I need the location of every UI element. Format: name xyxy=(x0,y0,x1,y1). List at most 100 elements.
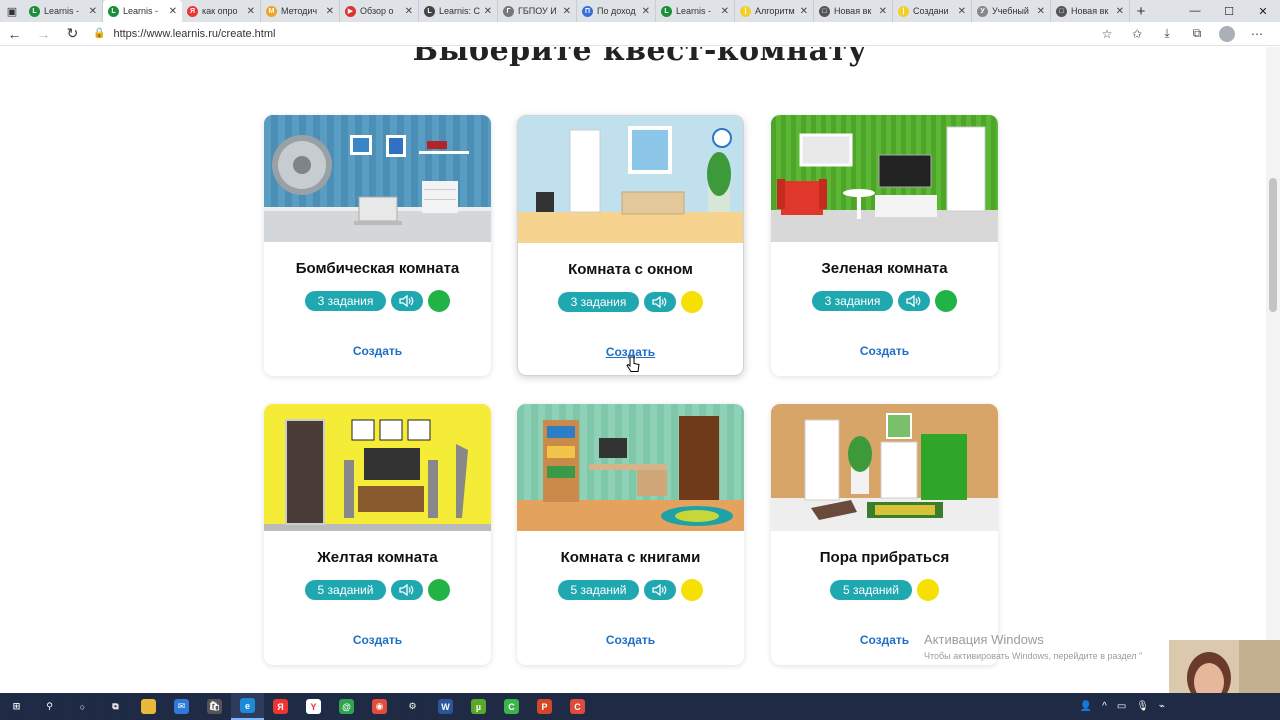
tray-people-icon[interactable]: 👤 xyxy=(1080,701,1092,712)
tab-close-icon[interactable]: ✕ xyxy=(563,6,571,17)
browser-tab[interactable]: М Методич ✕ xyxy=(261,0,340,22)
back-icon[interactable]: ← xyxy=(0,22,29,46)
taskbar-yandex-browser-icon[interactable]: Y xyxy=(297,693,330,720)
tab-close-icon[interactable]: ✕ xyxy=(879,6,887,17)
address-bar[interactable]: 🔒 https://www.learnis.ru/create.html xyxy=(87,22,1092,46)
browser-tab[interactable]: L Learnis - ✕ xyxy=(24,0,103,22)
taskbar-cortana-icon[interactable]: ○ xyxy=(66,693,99,720)
taskbar-search-icon[interactable]: ⚲ xyxy=(33,693,66,720)
maximize-icon[interactable]: ☐ xyxy=(1212,0,1246,22)
room-card[interactable]: Бомбическая комната 3 задания Создать xyxy=(264,115,491,376)
room-card[interactable]: Желтая комната 5 заданий Создать xyxy=(264,404,491,665)
room-badges: 5 заданий xyxy=(517,579,744,601)
tray-network-icon[interactable]: ⌁ xyxy=(1159,701,1165,712)
room-card[interactable]: Комната с окном 3 задания Создать xyxy=(517,115,744,376)
taskbar-edge-icon[interactable]: e xyxy=(231,693,264,720)
taskbar-utorrent-icon[interactable]: µ xyxy=(462,693,495,720)
browser-tab[interactable]: L Learnis - ✕ xyxy=(103,0,182,22)
browser-tab[interactable]: Г ГБПОУ И ✕ xyxy=(498,0,577,22)
room-preview-image[interactable] xyxy=(264,115,491,242)
tab-close-icon[interactable]: ✕ xyxy=(1037,6,1045,17)
create-link[interactable]: Создать xyxy=(264,633,491,647)
sound-icon xyxy=(391,580,424,600)
minimize-icon[interactable]: — xyxy=(1178,0,1212,22)
difficulty-dot xyxy=(681,579,704,601)
tab-favicon-icon: ▶ xyxy=(345,5,356,17)
sound-icon xyxy=(898,291,931,311)
browser-tab[interactable]: L Learnis - ✕ xyxy=(656,0,735,22)
tab-actions-icon[interactable]: ▣ xyxy=(0,0,24,22)
tab-close-icon[interactable]: ✕ xyxy=(405,6,413,17)
taskbar-explorer-icon[interactable] xyxy=(132,693,165,720)
browser-tab[interactable]: □ Новая вк ✕ xyxy=(1051,0,1130,22)
taskbar-store-icon[interactable]: 🛍 xyxy=(198,693,231,720)
room-title: Бомбическая комната xyxy=(295,260,460,277)
room-card[interactable]: Комната с книгами 5 заданий Создать xyxy=(517,404,744,665)
create-link[interactable]: Создать xyxy=(517,633,744,647)
tab-close-icon[interactable]: ✕ xyxy=(1116,6,1124,17)
browser-tab[interactable]: Якак опро ✕ xyxy=(182,0,261,22)
room-preview-image[interactable] xyxy=(264,404,491,531)
tab-close-icon[interactable]: ✕ xyxy=(247,6,255,17)
tab-close-icon[interactable]: ✕ xyxy=(89,6,97,17)
tab-close-icon[interactable]: ✕ xyxy=(169,6,177,17)
browser-tab[interactable]: П По доход ✕ xyxy=(577,0,656,22)
more-menu-icon[interactable]: ⋯ xyxy=(1242,27,1272,41)
taskbar-settings-icon[interactable]: ⚙ xyxy=(396,693,429,720)
create-link[interactable]: Создать xyxy=(264,344,491,358)
tab-close-icon[interactable]: ✕ xyxy=(721,6,729,17)
room-title: Зеленая комната xyxy=(821,260,948,277)
taskbar-word-icon[interactable]: W xyxy=(429,693,462,720)
tab-close-icon[interactable]: ✕ xyxy=(958,6,966,17)
scrollbar-thumb[interactable] xyxy=(1269,178,1277,312)
room-card[interactable]: Пора прибраться 5 заданий Создать xyxy=(771,404,998,665)
collections-icon[interactable]: ⧉ xyxy=(1182,26,1212,41)
taskbar-app-glyph xyxy=(141,699,156,714)
difficulty-dot xyxy=(428,290,451,312)
downloads-icon[interactable]: ⤓ xyxy=(1152,26,1182,41)
taskbar-taskview-icon[interactable]: ⧉ xyxy=(99,693,132,720)
room-preview-image[interactable] xyxy=(771,404,998,531)
browser-tab[interactable]: У Учебный ✕ xyxy=(972,0,1051,22)
tab-title: ГБПОУ И xyxy=(518,6,557,16)
browser-tab[interactable]: | Алгоритм ✕ xyxy=(735,0,814,22)
room-preview-image[interactable] xyxy=(517,404,744,531)
close-window-icon[interactable]: ✕ xyxy=(1246,0,1280,22)
tab-close-icon[interactable]: ✕ xyxy=(326,6,334,17)
new-tab-button[interactable]: + xyxy=(1130,0,1152,22)
tab-close-icon[interactable]: ✕ xyxy=(484,6,492,17)
tab-close-icon[interactable]: ✕ xyxy=(642,6,650,17)
room-card[interactable]: Зеленая комната 3 задания Создать xyxy=(771,115,998,376)
taskbar-whatsapp-like-icon[interactable]: @ xyxy=(330,693,363,720)
favorites-icon[interactable]: ✩ xyxy=(1122,27,1152,41)
create-link[interactable]: Создать xyxy=(771,344,998,358)
tab-favicon-icon: □ xyxy=(819,5,830,17)
browser-tab[interactable]: L Learnis: С ✕ xyxy=(419,0,498,22)
tray-mic-icon[interactable]: 🎙 xyxy=(1136,701,1149,712)
tray-chevron-icon[interactable]: ^ xyxy=(1102,701,1107,712)
taskbar-chrome-icon[interactable]: ◉ xyxy=(363,693,396,720)
taskbar-camtasia-icon[interactable]: C xyxy=(495,693,528,720)
tasks-count-badge: 3 задания xyxy=(304,291,387,311)
profile-avatar[interactable] xyxy=(1212,25,1242,42)
tab-close-icon[interactable]: ✕ xyxy=(800,6,808,17)
reload-icon[interactable]: ↻ xyxy=(58,22,87,46)
taskbar-start-icon[interactable]: ⊞ xyxy=(0,693,33,720)
room-preview-image[interactable] xyxy=(518,116,743,243)
taskbar-recorder-icon[interactable]: C xyxy=(561,693,594,720)
tasks-count-badge: 5 заданий xyxy=(557,580,640,600)
tasks-count-badge: 3 задания xyxy=(811,291,894,311)
browser-tab[interactable]: □ Новая вк ✕ xyxy=(814,0,893,22)
forward-icon[interactable]: → xyxy=(29,22,58,46)
browser-tab[interactable]: | Создани ✕ xyxy=(893,0,972,22)
room-badges: 3 задания xyxy=(518,291,743,313)
favorite-star-icon[interactable]: ☆ xyxy=(1092,27,1122,41)
scrollbar[interactable] xyxy=(1266,47,1280,693)
taskbar-powerpoint-icon[interactable]: P xyxy=(528,693,561,720)
taskbar-yandex-icon[interactable]: Я xyxy=(264,693,297,720)
tab-title: Алгоритм xyxy=(755,6,795,16)
room-preview-image[interactable] xyxy=(771,115,998,242)
browser-tab[interactable]: ▶ Обзор о ✕ xyxy=(340,0,419,22)
tray-battery-icon[interactable]: ▭ xyxy=(1117,701,1126,712)
taskbar-mail-icon[interactable]: ✉ xyxy=(165,693,198,720)
